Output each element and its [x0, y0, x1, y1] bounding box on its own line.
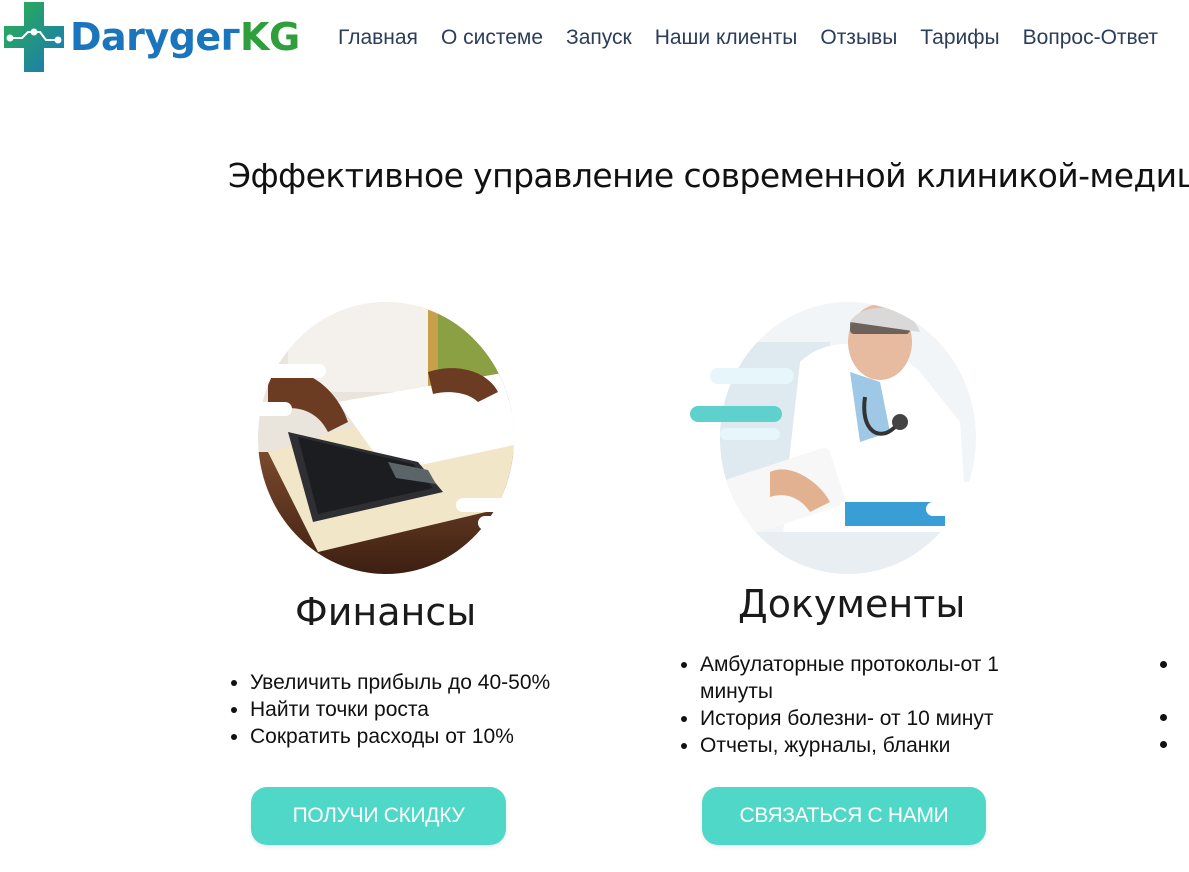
documents-benefits-list: Амбулаторные протоколы-от 1 минуты Истор…: [678, 651, 1060, 759]
list-item: Амбулаторные протоколы-от 1 минуты: [700, 651, 1060, 705]
get-discount-button[interactable]: ПОЛУЧИ СКИДКУ: [251, 787, 506, 845]
nav-item-reviews[interactable]: Отзывы: [820, 26, 897, 50]
nav-item-faq[interactable]: Вопрос-Ответ: [1023, 26, 1158, 50]
main-nav: Главная О системе Запуск Наши клиенты От…: [338, 26, 1181, 50]
list-item: Отчеты, журналы, бланки: [700, 732, 1060, 759]
logo-text-secondary: KG: [240, 15, 300, 59]
nav-item-launch[interactable]: Запуск: [566, 26, 632, 50]
nav-item-clients[interactable]: Наши клиенты: [655, 26, 798, 50]
finance-image: [228, 302, 528, 574]
medical-cross-icon: [4, 2, 64, 72]
nav-item-pricing[interactable]: Тарифы: [920, 26, 999, 50]
list-item: Сократить расходы от 10%: [250, 723, 630, 750]
site-logo[interactable]: DarygeгKG: [4, 2, 300, 72]
page: DarygeгKG Главная О системе Запуск Наши …: [0, 0, 1189, 872]
page-headline: Эффективное управление современной клини…: [228, 156, 1189, 195]
list-item: Увеличить прибыль до 40-50%: [250, 669, 630, 696]
logo-text-primary: Darygeг: [70, 15, 241, 59]
nav-item-home[interactable]: Главная: [338, 26, 418, 50]
partial-bullet: [1160, 714, 1167, 721]
list-item: История болезни- от 10 минут: [700, 705, 1060, 732]
nav-item-about[interactable]: О системе: [441, 26, 543, 50]
partial-bullet: [1160, 741, 1167, 748]
partial-bullet: [1160, 661, 1167, 668]
contact-us-button[interactable]: СВЯЗАТЬСЯ С НАМИ: [702, 787, 986, 845]
list-item: Найти точки роста: [250, 696, 630, 723]
card-title-documents: Документы: [738, 582, 966, 626]
documents-image: [690, 302, 990, 574]
finance-benefits-list: Увеличить прибыль до 40-50% Найти точки …: [228, 669, 630, 750]
card-title-finance: Финансы: [295, 590, 477, 634]
logo-wordmark: DarygeгKG: [70, 2, 300, 72]
